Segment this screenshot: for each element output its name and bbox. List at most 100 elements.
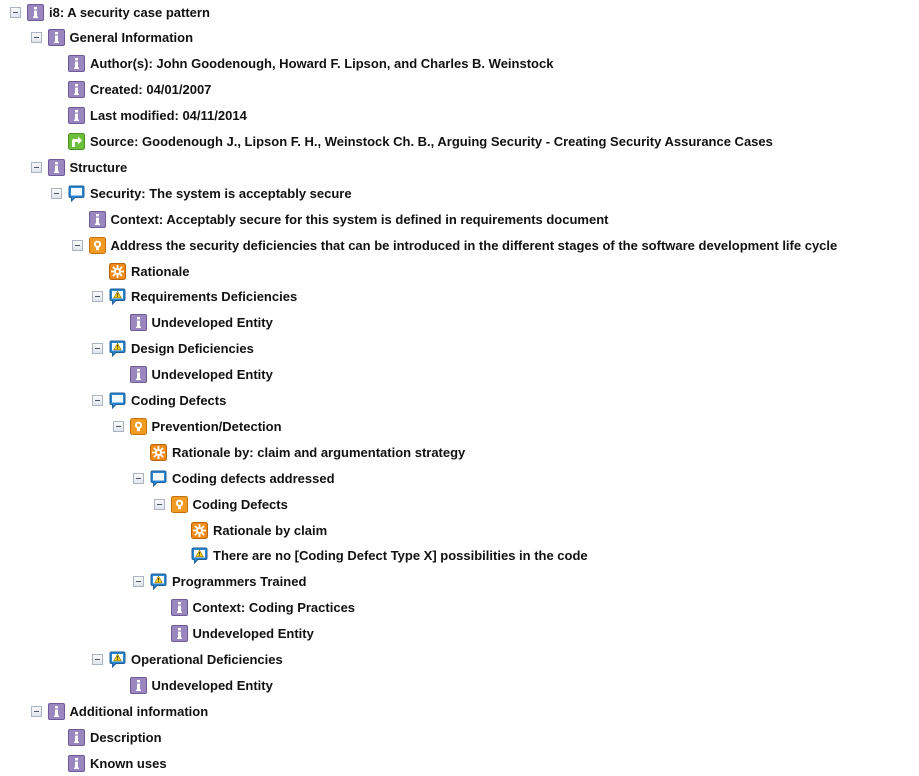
node-known-uses[interactable]: Known uses	[51, 753, 167, 773]
node-design-deficiencies[interactable]: Design Deficiencies	[92, 339, 254, 359]
node-label: Known uses	[90, 755, 167, 771]
node-last-modified[interactable]: Last modified: 04/11/2014	[51, 106, 247, 126]
node-coding-defects[interactable]: Coding Defects	[92, 391, 226, 411]
node-no-defect-type-x[interactable]: There are no [Coding Defect Type X] poss…	[174, 546, 588, 566]
collapse-toggle-icon[interactable]	[30, 705, 42, 717]
node-rationale-claim-strategy[interactable]: Rationale by: claim and argumentation st…	[133, 442, 465, 462]
goal-warning-icon	[109, 651, 126, 668]
goal-warning-icon	[191, 547, 208, 565]
node-label: Description	[90, 729, 162, 745]
node-rationale-by-claim[interactable]: Rationale by claim	[174, 520, 327, 540]
node-label: Source: Goodenough J., Lipson F. H., Wei…	[90, 134, 773, 149]
node-undeveloped-3[interactable]: Undeveloped Entity	[154, 624, 314, 644]
node-label: Created: 04/01/2007	[90, 82, 212, 98]
node-label: Undeveloped Entity	[151, 315, 273, 331]
node-root[interactable]: i8: A security case pattern	[10, 2, 210, 22]
node-programmers-trained[interactable]: Programmers Trained	[133, 572, 306, 592]
collapse-toggle-icon[interactable]	[153, 498, 165, 510]
strategy-icon	[88, 236, 106, 254]
node-label: Additional information	[69, 703, 209, 719]
node-rationale[interactable]: Rationale	[92, 261, 190, 281]
node-label: Rationale by claim	[213, 522, 328, 538]
node-authors[interactable]: Author(s): John Goodenough, Howard F. Li…	[51, 54, 553, 74]
node-source[interactable]: Source: Goodenough J., Lipson F. H., Wei…	[51, 132, 773, 152]
node-label: Prevention/Detection	[151, 418, 282, 434]
node-label: Rationale	[131, 263, 190, 279]
collapse-toggle-icon[interactable]	[92, 291, 103, 303]
info-icon	[47, 29, 65, 47]
info-icon	[170, 599, 188, 617]
node-label: Rationale by: claim and argumentation st…	[172, 444, 466, 460]
goal-icon	[109, 392, 126, 409]
node-prevention-detection[interactable]: Prevention/Detection	[112, 416, 282, 436]
rationale-icon	[150, 443, 167, 461]
collapse-toggle-icon[interactable]	[51, 187, 62, 199]
source-link-icon	[68, 133, 85, 150]
node-label: Structure	[69, 159, 128, 175]
node-label: Coding Defects	[192, 496, 288, 512]
node-context-acceptably-secure[interactable]: Context: Acceptably secure for this syst…	[72, 209, 609, 229]
node-label: Address the security deficiencies that c…	[110, 237, 838, 253]
collapse-toggle-icon[interactable]	[71, 239, 83, 251]
node-label: Programmers Trained	[172, 574, 307, 590]
node-additional-information[interactable]: Additional information	[30, 701, 209, 721]
goal-warning-icon	[109, 340, 126, 358]
collapse-toggle-icon[interactable]	[92, 343, 103, 355]
rationale-icon	[109, 262, 126, 280]
info-icon	[129, 314, 147, 332]
node-label: Undeveloped Entity	[151, 367, 273, 383]
collapse-toggle-icon[interactable]	[133, 576, 144, 588]
node-label: There are no [Coding Defect Type X] poss…	[213, 548, 588, 564]
collapse-toggle-icon[interactable]	[92, 395, 103, 406]
node-undeveloped-2[interactable]: Undeveloped Entity	[113, 365, 273, 385]
info-icon	[68, 55, 85, 73]
node-general-information[interactable]: General Information	[30, 28, 194, 48]
strategy-icon	[129, 417, 147, 435]
goal-warning-icon	[150, 573, 167, 591]
node-label: Coding Defects	[131, 393, 227, 408]
collapse-toggle-icon[interactable]	[10, 6, 21, 18]
node-label: Undeveloped Entity	[151, 677, 273, 693]
info-icon	[88, 210, 106, 228]
node-label: Security: The system is acceptably secur…	[90, 185, 352, 201]
node-undeveloped-1[interactable]: Undeveloped Entity	[113, 313, 273, 333]
collapse-toggle-icon[interactable]	[133, 472, 144, 484]
node-label: Undeveloped Entity	[192, 626, 314, 642]
node-address-deficiencies[interactable]: Address the security deficiencies that c…	[71, 235, 838, 255]
node-label: Author(s): John Goodenough, Howard F. Li…	[90, 56, 554, 72]
node-structure[interactable]: Structure	[30, 157, 128, 177]
node-requirements-deficiencies[interactable]: Requirements Deficiencies	[92, 287, 297, 307]
collapse-toggle-icon[interactable]	[30, 32, 42, 44]
info-icon	[68, 81, 85, 99]
info-icon	[27, 3, 44, 21]
goal-icon	[68, 185, 85, 202]
node-label: Last modified: 04/11/2014	[90, 108, 247, 124]
collapse-toggle-icon[interactable]	[30, 161, 42, 173]
node-created[interactable]: Created: 04/01/2007	[51, 80, 211, 100]
info-icon	[68, 728, 85, 746]
node-description[interactable]: Description	[51, 727, 162, 747]
strategy-icon	[170, 495, 188, 513]
node-undeveloped-4[interactable]: Undeveloped Entity	[113, 675, 273, 695]
info-icon	[47, 702, 65, 720]
collapse-toggle-icon[interactable]	[92, 654, 103, 665]
node-coding-defects-strategy[interactable]: Coding Defects	[153, 494, 288, 514]
node-context-coding-practices[interactable]: Context: Coding Practices	[154, 598, 356, 618]
node-label: Requirements Deficiencies	[131, 289, 298, 305]
collapse-toggle-icon[interactable]	[112, 420, 124, 432]
node-operational-deficiencies[interactable]: Operational Deficiencies	[92, 650, 283, 670]
info-icon	[68, 754, 85, 772]
node-label: Design Deficiencies	[131, 341, 254, 357]
node-label: Context: Acceptably secure for this syst…	[110, 211, 609, 227]
node-coding-defects-addressed[interactable]: Coding defects addressed	[133, 468, 335, 488]
info-icon	[129, 366, 147, 384]
info-icon	[68, 107, 85, 125]
node-label: General Information	[69, 30, 194, 46]
node-security-goal[interactable]: Security: The system is acceptably secur…	[51, 183, 352, 203]
goal-warning-icon	[109, 288, 126, 306]
node-label: Context: Coding Practices	[192, 600, 356, 616]
node-label: Coding defects addressed	[172, 470, 335, 486]
node-label: i8: A security case pattern	[49, 4, 210, 20]
info-icon	[129, 676, 147, 694]
rationale-icon	[191, 521, 208, 539]
